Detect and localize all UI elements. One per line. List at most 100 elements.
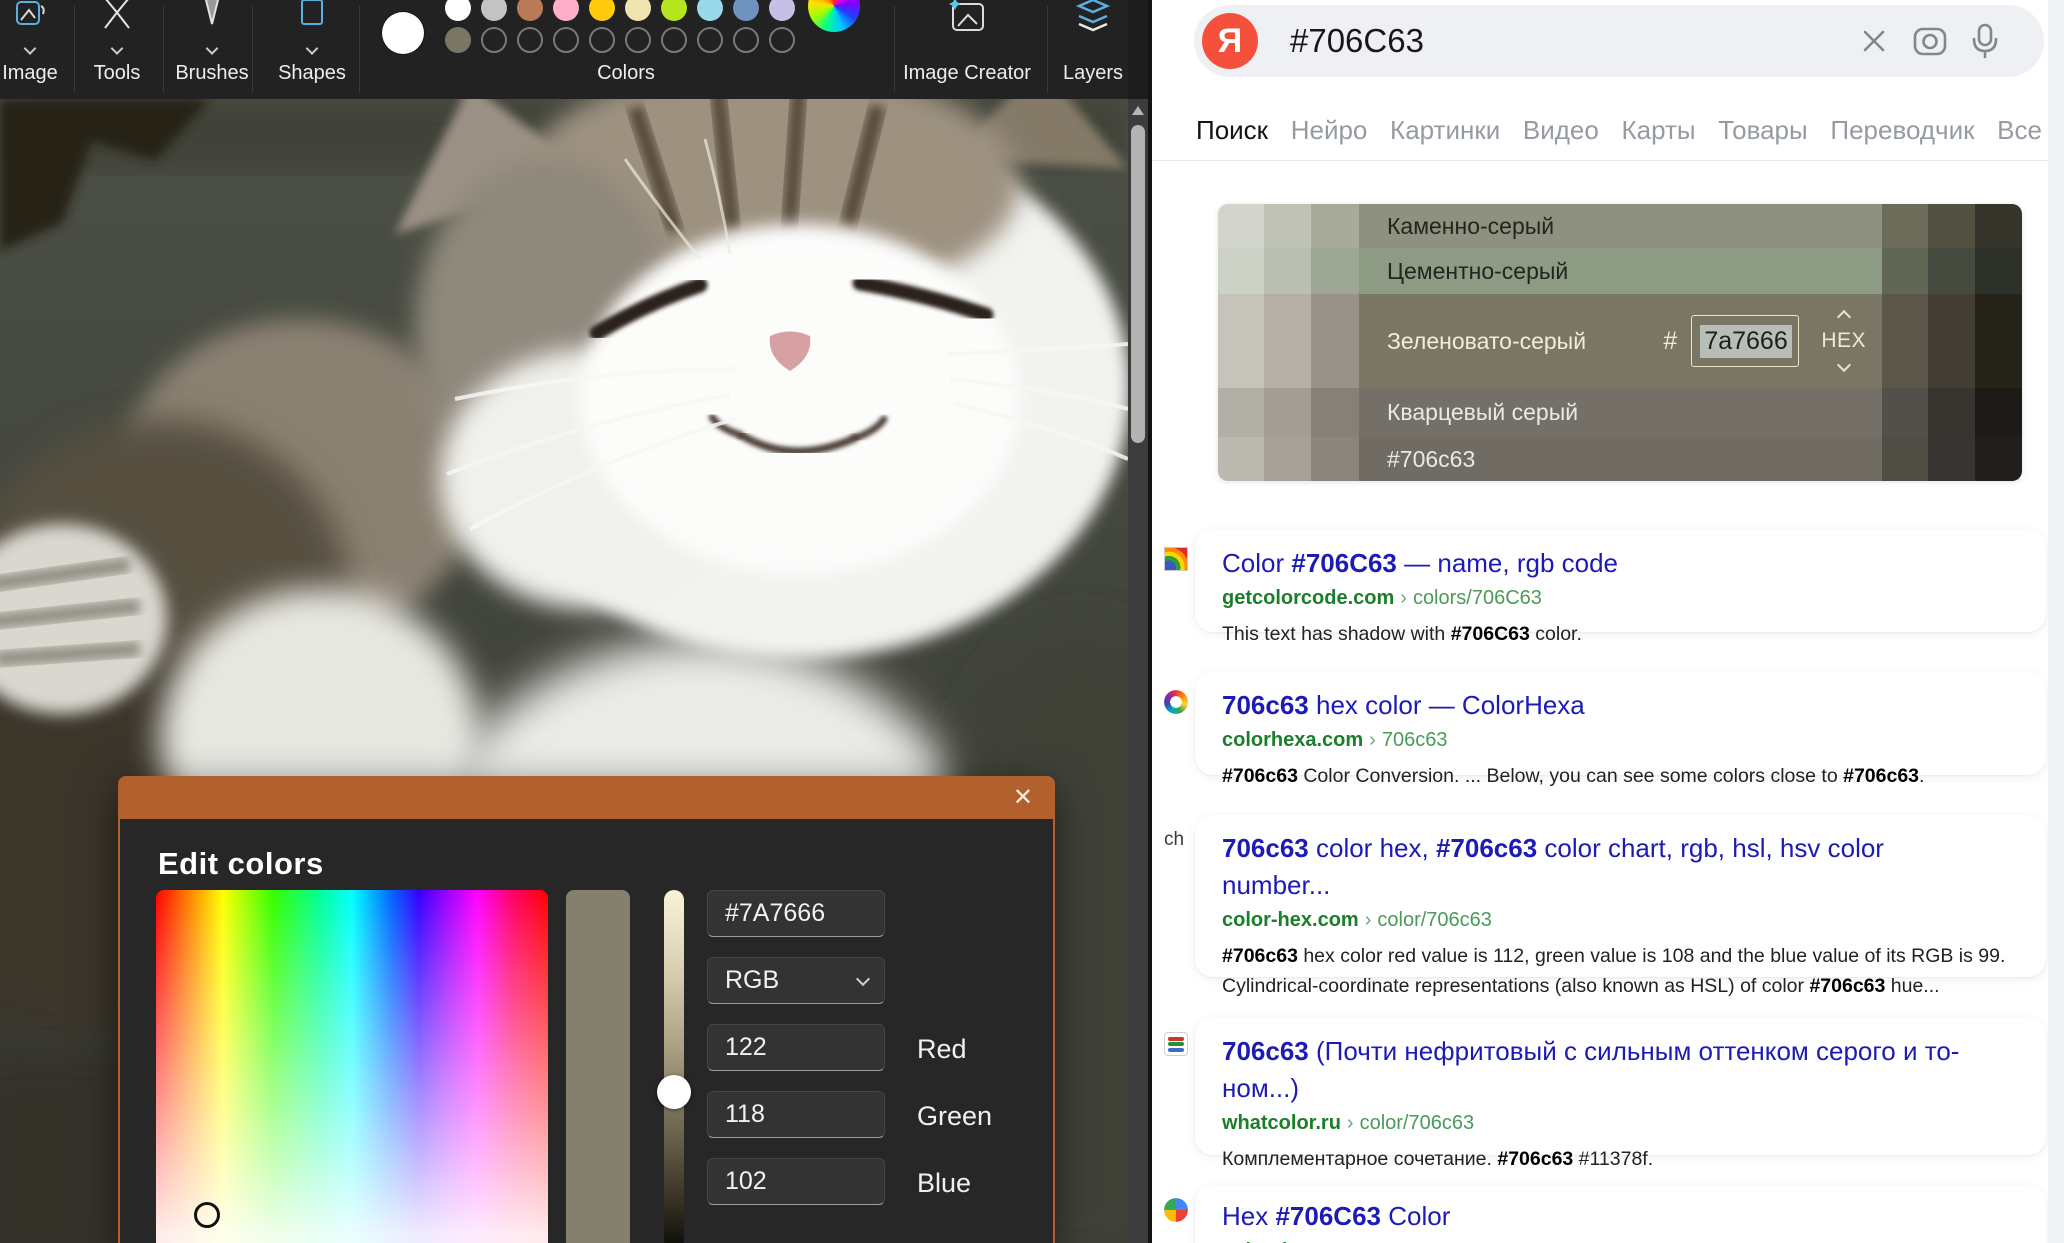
search-result-card[interactable]: 706c63 hex color — ColorHexa colorhexa.c… xyxy=(1195,672,2046,775)
palette-shade-cell[interactable] xyxy=(1264,437,1311,481)
hex-input[interactable]: 7a7666 xyxy=(1691,315,1799,367)
result-title-link[interactable]: Hex #706C63 Color xyxy=(1222,1198,2018,1235)
palette-color-name-cell[interactable]: Зеленовато-серый#7a7666HEX xyxy=(1359,294,1882,388)
image-creator-icon[interactable] xyxy=(944,0,990,38)
palette-shade-cell[interactable] xyxy=(1928,437,1975,481)
palette-shade-cell[interactable] xyxy=(1311,294,1359,388)
toolbar-group-brushes[interactable]: Brushes xyxy=(175,62,248,85)
search-result-card[interactable]: 706c63 (Почти нефритовый с сильным оттен… xyxy=(1195,1018,2046,1155)
current-color-swatch[interactable] xyxy=(382,12,424,54)
search-result-card[interactable]: Color #706C63 — name, rgb code getcolorc… xyxy=(1195,530,2046,632)
palette-shade-cell[interactable] xyxy=(1928,388,1975,437)
tab-images[interactable]: Картинки xyxy=(1390,115,1500,146)
toolbar-layers[interactable]: Layers xyxy=(1063,62,1123,85)
image-menu-chevron-icon[interactable] xyxy=(24,42,37,55)
palette-shade-cell[interactable] xyxy=(1311,437,1359,481)
palette-swatch[interactable] xyxy=(589,0,615,21)
palette-swatch[interactable] xyxy=(661,0,687,21)
luminance-slider[interactable] xyxy=(664,890,684,1243)
toolbar-image-creator[interactable]: Image Creator xyxy=(903,62,1031,85)
palette-shade-cell[interactable] xyxy=(1882,248,1928,294)
scrollbar-up-arrow-icon[interactable] xyxy=(1132,106,1144,115)
palette-swatch[interactable] xyxy=(769,0,795,21)
brushes-menu-chevron-icon[interactable] xyxy=(206,42,219,55)
empty-swatch-slot[interactable] xyxy=(517,27,543,53)
toolbar-group-shapes[interactable]: Shapes xyxy=(278,62,346,85)
palette-row[interactable]: Зеленовато-серый#7a7666HEX xyxy=(1218,294,2022,388)
tab-video[interactable]: Видео xyxy=(1523,115,1599,146)
palette-swatch[interactable] xyxy=(481,0,507,21)
palette-shade-cell[interactable] xyxy=(1928,294,1975,388)
palette-shade-cell[interactable] xyxy=(1311,204,1359,248)
palette-shade-cell[interactable] xyxy=(1882,204,1928,248)
empty-swatch-slot[interactable] xyxy=(589,27,615,53)
result-title-link[interactable]: 706c63 color hex, #706c63 color chart, r… xyxy=(1222,830,2018,904)
tools-menu-chevron-icon[interactable] xyxy=(111,42,124,55)
saturation-value-field[interactable] xyxy=(156,890,548,1243)
tab-all[interactable]: Все xyxy=(1997,115,2042,146)
palette-shade-cell[interactable] xyxy=(1264,388,1311,437)
palette-row[interactable]: Цементно-серый xyxy=(1218,248,2022,294)
palette-shade-cell[interactable] xyxy=(1882,388,1928,437)
palette-shade-cell[interactable] xyxy=(1218,294,1264,388)
edit-colors-wheel-icon[interactable] xyxy=(808,0,860,32)
palette-row[interactable]: Каменно-серый xyxy=(1218,204,2022,248)
palette-shade-cell[interactable] xyxy=(1882,294,1928,388)
palette-shade-cell[interactable] xyxy=(1882,437,1928,481)
palette-swatch[interactable] xyxy=(517,0,543,21)
layers-icon[interactable] xyxy=(1069,0,1117,40)
result-title-link[interactable]: 706c63 (Почти нефритовый с сильным оттен… xyxy=(1222,1033,2018,1107)
palette-shade-cell[interactable] xyxy=(1311,388,1359,437)
toolbar-group-tools[interactable]: Tools xyxy=(94,62,141,85)
toolbar-group-image[interactable]: Image xyxy=(2,62,58,85)
palette-shade-cell[interactable] xyxy=(1928,248,1975,294)
palette-shade-cell[interactable] xyxy=(1218,437,1264,481)
palette-shade-cell[interactable] xyxy=(1975,204,2022,248)
palette-color-name-cell[interactable]: Каменно-серый xyxy=(1359,204,1882,248)
tab-maps[interactable]: Карты xyxy=(1622,115,1696,146)
palette-swatch[interactable] xyxy=(733,0,759,21)
image-search-camera-icon[interactable] xyxy=(1912,24,1948,58)
dialog-titlebar[interactable]: ✕ xyxy=(118,776,1055,819)
empty-swatch-slot[interactable] xyxy=(661,27,687,53)
result-breadcrumb[interactable]: colorhexa.com›706c63 xyxy=(1222,729,2018,752)
shapes-menu-icon[interactable] xyxy=(292,0,332,34)
luminance-slider-thumb[interactable] xyxy=(657,1075,691,1109)
canvas-vertical-scrollbar[interactable] xyxy=(1128,99,1148,1243)
palette-shade-cell[interactable] xyxy=(1975,294,2022,388)
green-value-field[interactable]: 118 xyxy=(707,1091,885,1138)
palette-swatch[interactable] xyxy=(697,0,723,21)
palette-shade-cell[interactable] xyxy=(1264,294,1311,388)
hex-value-field[interactable]: #7A7666 xyxy=(707,890,885,937)
tab-search[interactable]: Поиск xyxy=(1196,115,1268,146)
result-breadcrumb[interactable]: getcolorcode.com›colors/706C63 xyxy=(1222,587,2018,610)
empty-swatch-slot[interactable] xyxy=(733,27,759,53)
palette-row[interactable]: #706c63 xyxy=(1218,437,2022,481)
close-icon[interactable]: ✕ xyxy=(1013,783,1033,812)
empty-swatch-slot[interactable] xyxy=(481,27,507,53)
palette-color-name-cell[interactable]: Кварцевый серый xyxy=(1359,388,1882,437)
brushes-menu-icon[interactable] xyxy=(192,0,232,34)
palette-swatch[interactable] xyxy=(445,0,471,21)
shade-up-icon[interactable] xyxy=(1837,310,1851,324)
search-result-card[interactable]: 706c63 color hex, #706c63 color chart, r… xyxy=(1195,815,2046,977)
result-breadcrumb[interactable]: color-hex.com›color/706c63 xyxy=(1222,909,2018,932)
voice-search-mic-icon[interactable] xyxy=(1970,23,2000,59)
palette-shade-cell[interactable] xyxy=(1218,204,1264,248)
palette-shade-cell[interactable] xyxy=(1218,388,1264,437)
tab-translate[interactable]: Переводчик xyxy=(1830,115,1974,146)
color-palette-widget[interactable]: Каменно-серыйЦементно-серыйЗеленовато-се… xyxy=(1218,204,2022,481)
palette-shade-cell[interactable] xyxy=(1311,248,1359,294)
image-menu-icon[interactable] xyxy=(10,0,50,34)
palette-shade-cell[interactable] xyxy=(1264,204,1311,248)
palette-shade-cell[interactable] xyxy=(1264,248,1311,294)
empty-swatch-slot[interactable] xyxy=(697,27,723,53)
empty-swatch-slot[interactable] xyxy=(553,27,579,53)
shade-down-icon[interactable] xyxy=(1837,358,1851,372)
palette-shade-cell[interactable] xyxy=(1975,437,2022,481)
palette-swatch[interactable] xyxy=(553,0,579,21)
palette-shade-cell[interactable] xyxy=(1975,248,2022,294)
palette-shade-cell[interactable] xyxy=(1975,388,2022,437)
palette-shade-cell[interactable] xyxy=(1218,248,1264,294)
palette-color-name-cell[interactable]: #706c63 xyxy=(1359,437,1882,481)
